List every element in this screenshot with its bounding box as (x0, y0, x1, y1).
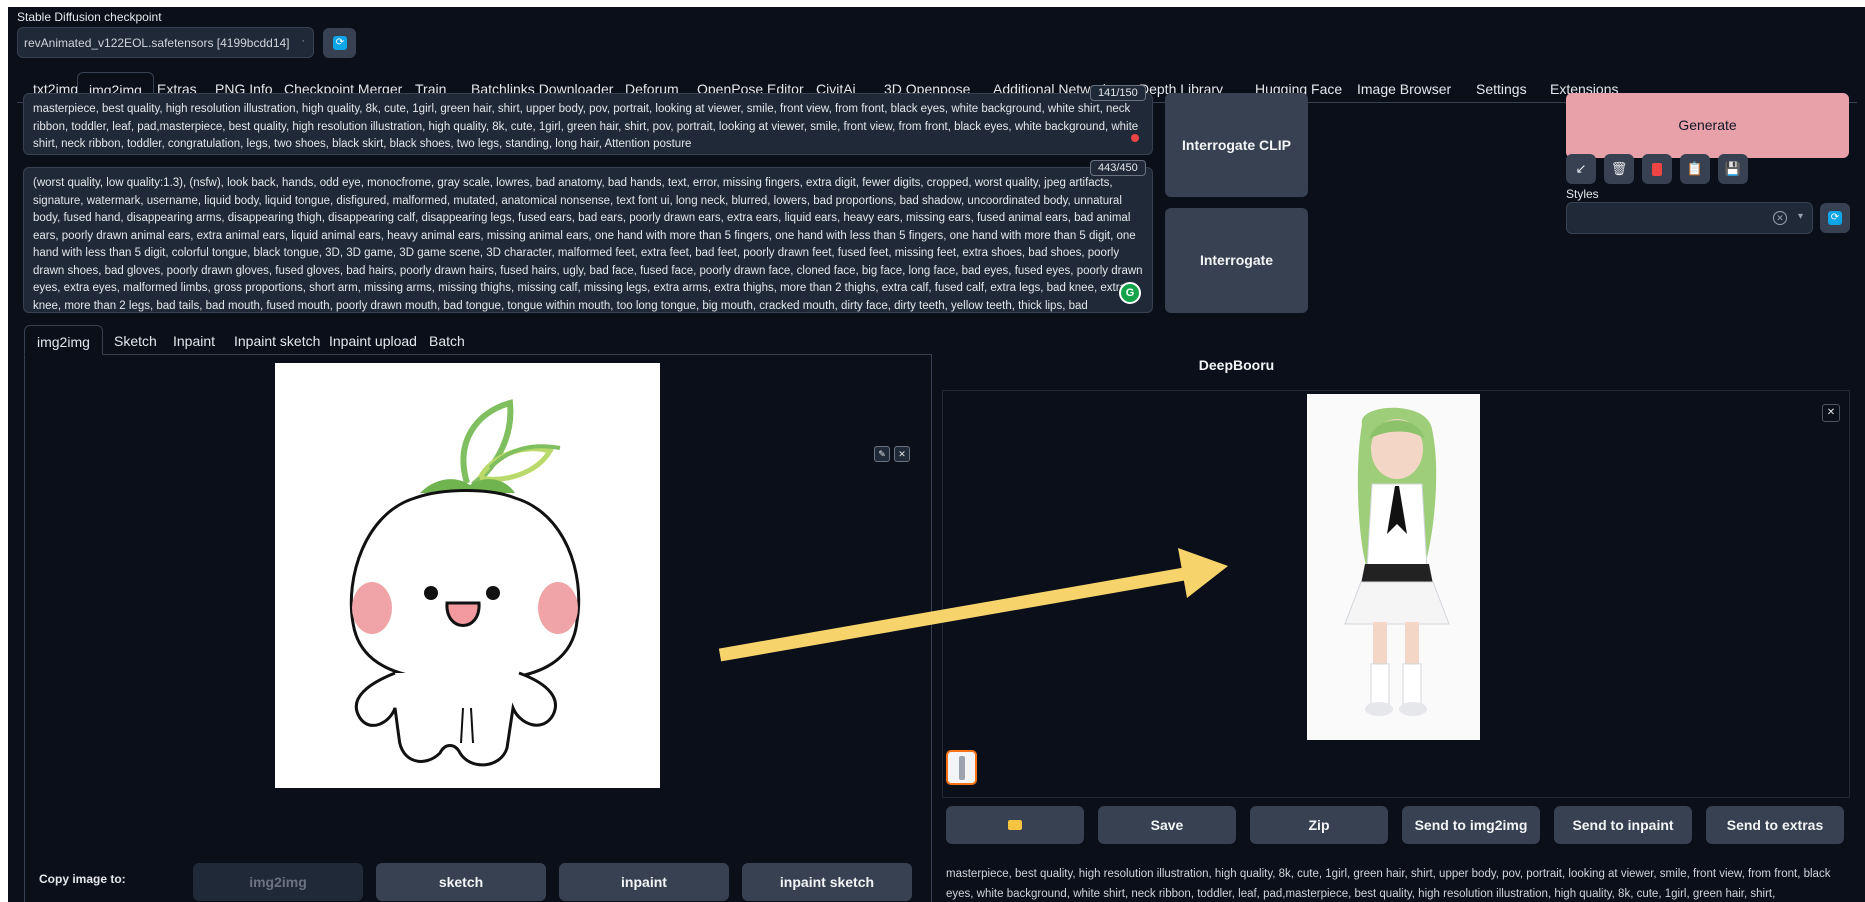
subtab-img2img[interactable]: img2img (24, 325, 103, 355)
send-to-inpaint-button[interactable]: Send to inpaint (1554, 806, 1692, 844)
generated-girl-image (1344, 407, 1450, 716)
chevron-down-icon: · (301, 35, 305, 47)
grammarly-icon[interactable]: G (1119, 282, 1141, 304)
prompt-token-counter: 141/150 (1090, 85, 1146, 101)
chevron-down-icon: ▾ (1797, 211, 1803, 222)
refresh-icon: ⟳ (333, 36, 347, 50)
subtab-inpaint-sketch[interactable]: Inpaint sketch (222, 325, 332, 355)
checkpoint-select[interactable]: revAnimated_v122EOL.safetensors [4199bcd… (17, 27, 314, 58)
send-to-img2img-button[interactable]: Send to img2img (1402, 806, 1540, 844)
save-button[interactable]: Save (1098, 806, 1236, 844)
clipboard-icon[interactable]: 📋 (1680, 154, 1710, 184)
checkpoint-refresh-button[interactable]: ⟳ (323, 28, 356, 58)
tab-image-browser[interactable]: Image Browser (1346, 72, 1462, 103)
copy-to-inpaint-sketch-button[interactable]: inpaint sketch (742, 863, 912, 901)
styles-refresh-button[interactable]: ⟳ (1820, 203, 1850, 233)
generation-info-text: masterpiece, best quality, high resoluti… (946, 868, 1831, 900)
save-icon[interactable]: 💾 (1718, 154, 1748, 184)
copy-image-label: Copy image to: (39, 872, 126, 886)
checkpoint-value: revAnimated_v122EOL.safetensors [4199bcd… (24, 36, 290, 50)
interrogate-deepbooru-button[interactable]: Interrogate DeepBooru (1165, 208, 1308, 373)
negative-prompt-textarea[interactable]: (worst quality, low quality:1.3), (nsfw)… (23, 167, 1153, 313)
interrogate-clip-button[interactable]: Interrogate CLIP (1165, 93, 1308, 197)
tab-settings[interactable]: Settings (1465, 72, 1538, 103)
negative-token-counter: 443/450 (1090, 160, 1146, 176)
checkpoint-label: Stable Diffusion checkpoint (17, 10, 162, 24)
trash-icon[interactable]: 🗑 (1604, 154, 1634, 184)
clear-icon[interactable]: ✕ (1773, 211, 1787, 225)
zip-button[interactable]: Zip (1250, 806, 1388, 844)
styles-select[interactable]: ✕ ▾ (1566, 202, 1813, 234)
prompt-text: masterpiece, best quality, high resoluti… (33, 103, 1139, 150)
input-image[interactable] (275, 363, 660, 788)
copy-to-img2img-button[interactable]: img2img (193, 863, 363, 901)
gallery-thumbnail[interactable] (946, 750, 977, 785)
generate-button[interactable]: Generate (1566, 93, 1849, 158)
folder-icon (1008, 820, 1022, 830)
output-image[interactable] (1307, 394, 1480, 740)
styles-label: Styles (1566, 187, 1599, 201)
img2img-subtabs: img2img Sketch Inpaint Inpaint sketch In… (24, 325, 932, 355)
subtab-inpaint-upload[interactable]: Inpaint upload (317, 325, 429, 355)
webui-frame: Stable Diffusion checkpoint revAnimated_… (8, 7, 1865, 902)
send-to-extras-button[interactable]: Send to extras (1706, 806, 1844, 844)
copy-to-sketch-button[interactable]: sketch (376, 863, 546, 901)
close-icon[interactable]: ✕ (1822, 404, 1840, 422)
edit-icon[interactable]: ✎ (874, 446, 890, 462)
radish-character-image (349, 399, 581, 767)
copy-to-inpaint-button[interactable]: inpaint (559, 863, 729, 901)
prompt-textarea[interactable]: masterpiece, best quality, high resoluti… (23, 93, 1153, 155)
close-icon[interactable]: ✕ (894, 446, 910, 462)
bookmark-icon[interactable] (1642, 154, 1672, 184)
subtab-inpaint[interactable]: Inpaint (161, 325, 227, 355)
subtab-batch[interactable]: Batch (417, 325, 477, 355)
open-folder-button[interactable] (946, 806, 1084, 844)
spellcheck-dot-icon (1131, 134, 1139, 142)
arrow-icon[interactable]: ↙ (1566, 154, 1596, 184)
subtab-sketch[interactable]: Sketch (102, 325, 169, 355)
app-root: Stable Diffusion checkpoint revAnimated_… (0, 0, 1865, 902)
refresh-icon: ⟳ (1828, 211, 1842, 225)
negative-prompt-text: (worst quality, low quality:1.3), (nsfw)… (33, 177, 1143, 312)
